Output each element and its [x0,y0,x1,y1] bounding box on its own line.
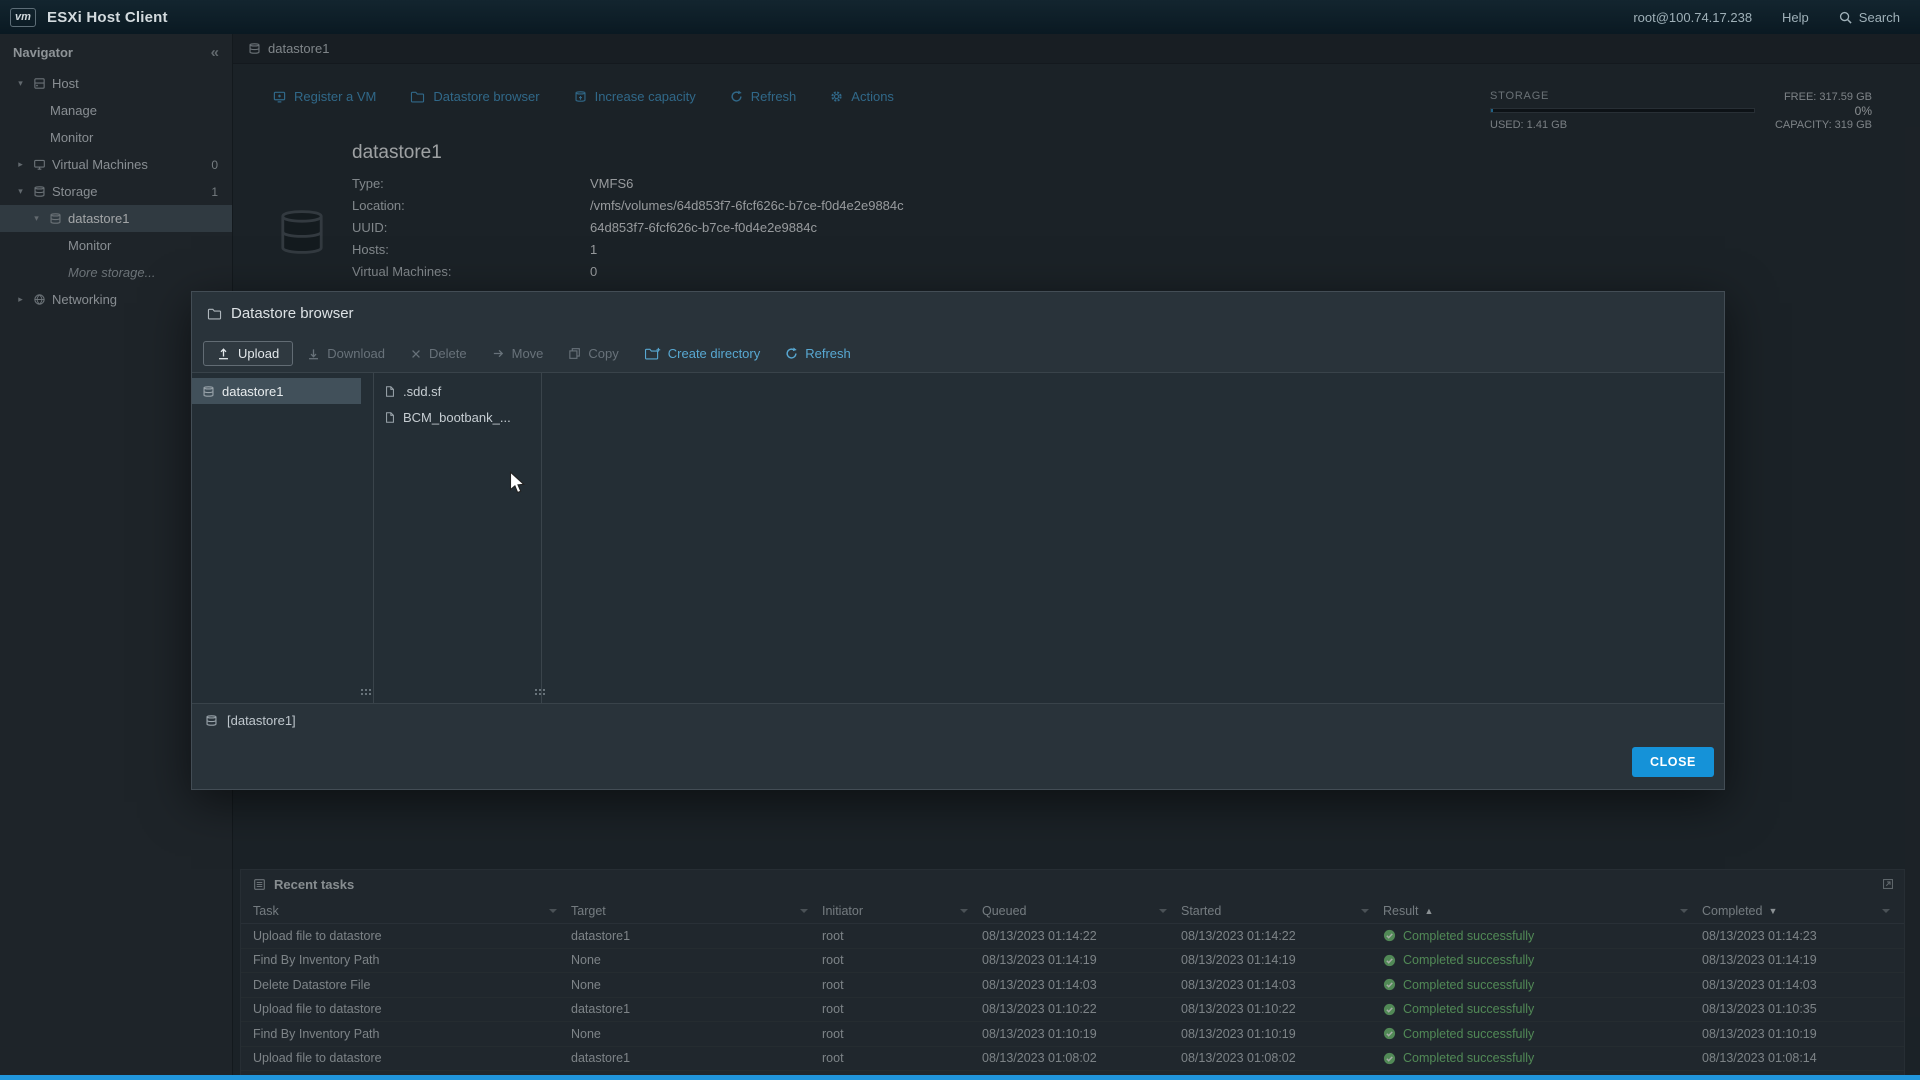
button-label: Upload [238,346,280,361]
dialog-toolbar: Upload Download Delete Move Copy Create … [192,335,1724,372]
button-label: Create directory [667,346,761,361]
datastore-icon [202,385,215,398]
button-label: Download [327,346,386,361]
search-icon [1839,11,1852,24]
upload-button[interactable]: Upload [203,341,294,366]
dialog-footer: CLOSE [192,737,1724,789]
close-button[interactable]: CLOSE [1631,747,1714,777]
modal-refresh-button[interactable]: Refresh [774,342,862,365]
datastore-browser-dialog: Datastore browser Upload Download Delete… [191,291,1725,790]
file-icon [384,385,396,398]
file-browser: datastore1 .sdd.sf BCM_bootbank_... [192,372,1724,703]
file-item-bcm-bootbank[interactable]: BCM_bootbank_... [374,404,541,430]
copy-icon [568,347,581,360]
upload-icon [217,347,230,360]
topbar-right: root@100.74.17.238 Help Search [1633,10,1900,25]
app-title: ESXi Host Client [47,8,168,26]
datastore-root-item[interactable]: datastore1 [192,378,361,404]
empty-column [542,373,1724,703]
download-button[interactable]: Download [296,342,396,365]
top-bar: vm ESXi Host Client root@100.74.17.238 H… [0,0,1920,34]
dialog-title: Datastore browser [231,305,354,322]
dialog-title-bar: Datastore browser [192,292,1724,335]
item-label: datastore1 [222,383,284,399]
button-label: Copy [588,346,619,361]
item-label: BCM_bootbank_... [403,409,511,425]
button-label: Refresh [805,346,851,361]
dialog-status-bar: [datastore1] [192,703,1724,737]
create-directory-button[interactable]: Create directory [633,342,771,365]
create-directory-icon [644,347,661,360]
move-button[interactable]: Move [481,342,555,365]
button-label: Delete [429,346,467,361]
column-resize-handle[interactable] [361,689,373,697]
item-label: .sdd.sf [403,383,442,399]
help-menu[interactable]: Help [1782,10,1809,25]
copy-button[interactable]: Copy [557,342,629,365]
delete-button[interactable]: Delete [399,342,478,365]
refresh-icon [785,347,798,360]
bottom-accent-bar [0,1075,1920,1080]
selected-path-label: [datastore1] [227,713,296,728]
datastore-column: datastore1 [192,373,374,703]
column-resize-handle[interactable] [535,689,547,697]
button-label: Move [511,346,544,361]
file-icon [384,411,396,424]
folder-icon [207,307,222,320]
vmware-logo: vm [10,7,36,27]
user-menu[interactable]: root@100.74.17.238 [1633,10,1752,25]
download-icon [307,347,320,360]
search-label: Search [1858,9,1900,25]
delete-icon [410,348,422,360]
file-column: .sdd.sf BCM_bootbank_... [374,373,542,703]
search-control[interactable]: Search [1839,10,1900,25]
datastore-icon [205,714,218,727]
esxi-host-client-screen: vm ESXi Host Client root@100.74.17.238 H… [0,0,1920,1080]
move-icon [492,347,505,360]
file-item-sdd-sf[interactable]: .sdd.sf [374,378,541,404]
